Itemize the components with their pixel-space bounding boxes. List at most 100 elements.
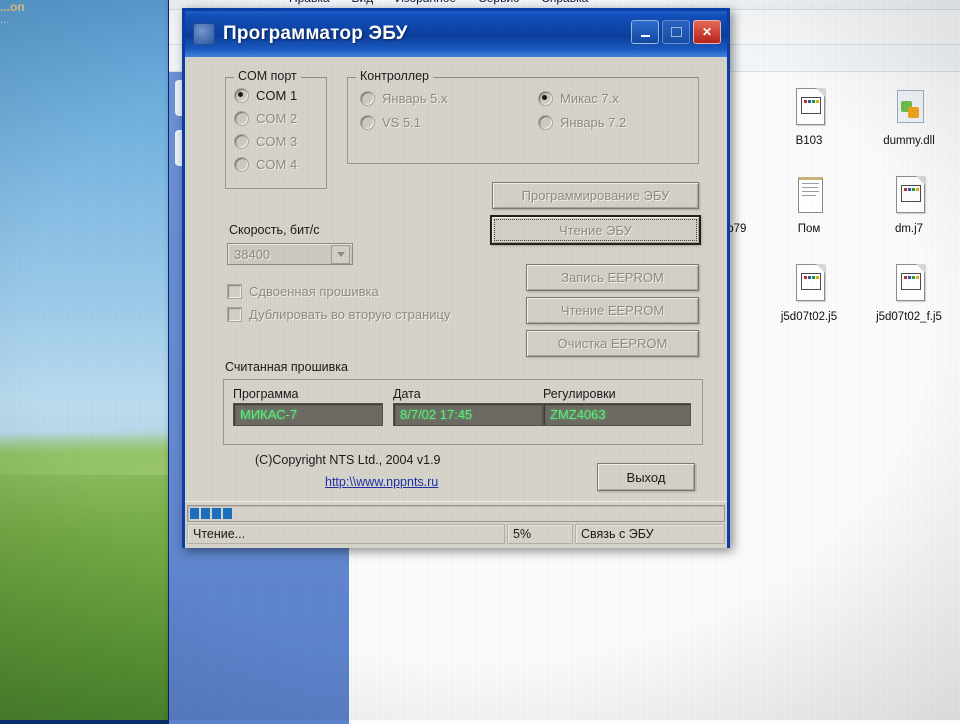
radio-com4[interactable]: COM 4 bbox=[234, 157, 297, 172]
minimize-button[interactable] bbox=[631, 20, 659, 44]
file-item[interactable]: dummy.dll bbox=[859, 84, 959, 172]
radio-yanvar-72-indicator bbox=[538, 115, 553, 130]
radio-com2-label: COM 2 bbox=[256, 111, 298, 126]
text-file-icon bbox=[798, 177, 823, 213]
file-icon bbox=[792, 264, 826, 306]
file-name: j5d07t02_f.j5 bbox=[876, 311, 942, 323]
checkbox-duplicate-page[interactable]: Дублировать во вторую страницу bbox=[227, 307, 450, 322]
status-cells: Чтение... 5% Связь с ЭБУ bbox=[187, 524, 725, 544]
focus-outline bbox=[494, 219, 697, 241]
firmware-group-label: Считанная прошивка bbox=[225, 360, 348, 374]
status-percent: 5% bbox=[507, 524, 573, 544]
firmware-field-adjustments: Регулировки ZMZ4063 bbox=[543, 387, 691, 426]
app-window-glyph-icon bbox=[801, 97, 821, 114]
progress-block bbox=[190, 508, 199, 519]
radio-vs-51-label: VS 5.1 bbox=[382, 115, 422, 130]
radio-mikas-7x-indicator bbox=[538, 91, 553, 106]
checkbox-duplicate-page-label: Дублировать во вторую страницу bbox=[249, 307, 451, 322]
program-ecu-button-label: Программирование ЭБУ bbox=[521, 188, 670, 203]
file-name: B103 bbox=[795, 135, 823, 147]
status-message: Чтение... bbox=[187, 524, 505, 544]
firmware-field-date: Дата 8/7/02 17:45 bbox=[393, 387, 543, 426]
checkbox-dual-firmware[interactable]: Сдвоенная прошивка bbox=[227, 284, 379, 299]
write-eeprom-button-label: Запись EEPROM bbox=[561, 270, 664, 285]
file-item[interactable]: j5d07t02_f.j5 bbox=[859, 260, 959, 348]
clear-eeprom-button-label: Очистка EEPROM bbox=[557, 336, 668, 351]
file-item[interactable]: dm.j7 bbox=[859, 172, 959, 260]
radio-com1[interactable]: COM 1 bbox=[234, 88, 297, 103]
radio-mikas-7x-label: Микас 7.x bbox=[560, 91, 619, 106]
dialog-title-text: Программатор ЭБУ bbox=[223, 23, 408, 44]
firmware-program-caption: Программа bbox=[233, 387, 299, 401]
firmware-adjustments-value: ZMZ4063 bbox=[543, 403, 691, 426]
firmware-field-program: Программа МИКАС-7 bbox=[233, 387, 383, 426]
menu-item-favorites[interactable]: Избранное bbox=[395, 0, 456, 5]
programmer-dialog[interactable]: Программатор ЭБУ ✕ COM порт COM 1 COM 2 … bbox=[182, 8, 730, 548]
controller-group: Контроллер Январь 5.x VS 5.1 Микас 7.x Я… bbox=[347, 69, 699, 164]
read-eeprom-button[interactable]: Чтение EEPROM bbox=[526, 297, 699, 324]
file-item[interactable]: j5d07t02.j5 bbox=[759, 260, 859, 348]
program-ecu-button[interactable]: Программирование ЭБУ bbox=[492, 182, 699, 209]
radio-com2-indicator bbox=[234, 111, 249, 126]
radio-com3[interactable]: COM 3 bbox=[234, 134, 297, 149]
window-controls[interactable]: ✕ bbox=[631, 20, 721, 44]
progress-block bbox=[201, 508, 210, 519]
com-port-group-label: COM порт bbox=[234, 69, 301, 83]
firmware-date-value: 8/7/02 17:45 bbox=[393, 403, 543, 426]
desktop-icon-top-left[interactable]: ...оп ... bbox=[0, 0, 25, 26]
website-link[interactable]: http:\\www.nppnts.ru bbox=[325, 475, 438, 489]
app-window-glyph-icon bbox=[901, 185, 921, 202]
dialog-title-bar[interactable]: Программатор ЭБУ ✕ bbox=[185, 11, 727, 57]
file-name: dummy.dll bbox=[883, 135, 935, 147]
file-item[interactable]: Пом bbox=[759, 172, 859, 260]
file-name: dm.j7 bbox=[894, 223, 924, 235]
app-window-glyph-icon bbox=[901, 273, 921, 290]
app-icon bbox=[193, 23, 215, 45]
read-eeprom-button-label: Чтение EEPROM bbox=[560, 303, 665, 318]
file-icon bbox=[892, 176, 926, 218]
radio-yanvar-5x-indicator bbox=[360, 91, 375, 106]
radio-yanvar-72[interactable]: Январь 7.2 bbox=[538, 115, 626, 130]
file-item[interactable]: B103 bbox=[759, 84, 859, 172]
speed-combo[interactable]: 38400 bbox=[227, 243, 353, 265]
menu-item-tools[interactable]: Сервис bbox=[478, 0, 519, 5]
file-name: Пом bbox=[797, 223, 821, 235]
maximize-button[interactable] bbox=[662, 20, 690, 44]
file-icon bbox=[892, 88, 926, 130]
chevron-down-icon[interactable] bbox=[331, 244, 350, 264]
status-bar: Чтение... 5% Связь с ЭБУ bbox=[185, 501, 727, 548]
radio-com3-indicator bbox=[234, 134, 249, 149]
progress-bar bbox=[187, 505, 725, 522]
dialog-client-area: COM порт COM 1 COM 2 COM 3 COM 4 Контрол… bbox=[185, 57, 727, 548]
desktop-icon-label-line1: ...оп bbox=[0, 0, 25, 14]
read-ecu-button[interactable]: Чтение ЭБУ bbox=[490, 215, 701, 245]
exit-button[interactable]: Выход bbox=[597, 463, 695, 491]
file-icon bbox=[892, 264, 926, 306]
radio-yanvar-5x[interactable]: Январь 5.x bbox=[360, 91, 448, 106]
radio-com4-label: COM 4 bbox=[256, 157, 298, 172]
file-icon bbox=[792, 88, 826, 130]
menu-item-help[interactable]: Справка bbox=[541, 0, 588, 5]
status-connection: Связь с ЭБУ bbox=[575, 524, 725, 544]
radio-com1-indicator bbox=[234, 88, 249, 103]
close-button[interactable]: ✕ bbox=[693, 20, 721, 44]
clear-eeprom-button[interactable]: Очистка EEPROM bbox=[526, 330, 699, 357]
menu-item-edit[interactable]: Правка bbox=[289, 0, 330, 5]
radio-yanvar-72-label: Январь 7.2 bbox=[560, 115, 627, 130]
radio-vs-51-indicator bbox=[360, 115, 375, 130]
speed-label: Скорость, бит/с bbox=[229, 223, 320, 237]
exit-button-label: Выход bbox=[626, 469, 666, 485]
com-port-group: COM порт COM 1 COM 2 COM 3 COM 4 bbox=[225, 69, 327, 189]
speed-combo-value: 38400 bbox=[234, 246, 271, 262]
firmware-program-value: МИКАС-7 bbox=[233, 403, 383, 426]
menu-item-view[interactable]: Вид bbox=[352, 0, 374, 5]
checkbox-dual-firmware-box bbox=[227, 284, 242, 299]
radio-mikas-7x[interactable]: Микас 7.x bbox=[538, 91, 619, 106]
firmware-adjustments-caption: Регулировки bbox=[543, 387, 616, 401]
write-eeprom-button[interactable]: Запись EEPROM bbox=[526, 264, 699, 291]
radio-com4-indicator bbox=[234, 157, 249, 172]
desktop-icon-label-line2: ... bbox=[0, 14, 10, 26]
file-icon bbox=[792, 176, 826, 218]
radio-vs-51[interactable]: VS 5.1 bbox=[360, 115, 421, 130]
radio-com2[interactable]: COM 2 bbox=[234, 111, 297, 126]
